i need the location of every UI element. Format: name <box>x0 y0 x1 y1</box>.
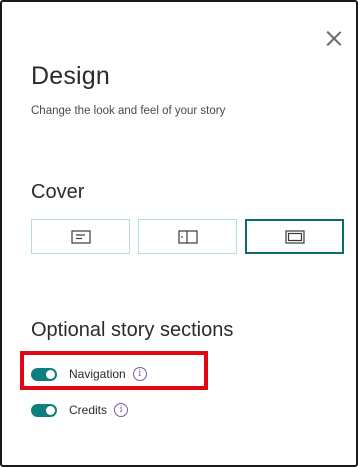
cover-option-side-by-side[interactable] <box>138 219 237 254</box>
cover-option-full[interactable] <box>245 219 344 254</box>
close-icon[interactable] <box>326 30 342 46</box>
credits-label: Credits <box>69 403 108 417</box>
side-by-side-layout-icon <box>177 229 198 244</box>
credits-option: Credits i <box>31 403 129 417</box>
panel-title: Design <box>31 62 111 90</box>
panel-subtitle: Change the look and feel of your story <box>31 105 226 117</box>
minimal-layout-icon <box>70 229 91 244</box>
optional-sections-title: Optional story sections <box>31 319 234 341</box>
highlight-box <box>20 351 208 390</box>
credits-info-icon[interactable]: i <box>114 403 129 417</box>
full-layout-icon <box>284 229 305 244</box>
cover-section-title: Cover <box>31 181 85 203</box>
cover-options <box>31 219 344 254</box>
credits-toggle[interactable] <box>31 403 57 417</box>
cover-option-minimal[interactable] <box>31 219 130 254</box>
